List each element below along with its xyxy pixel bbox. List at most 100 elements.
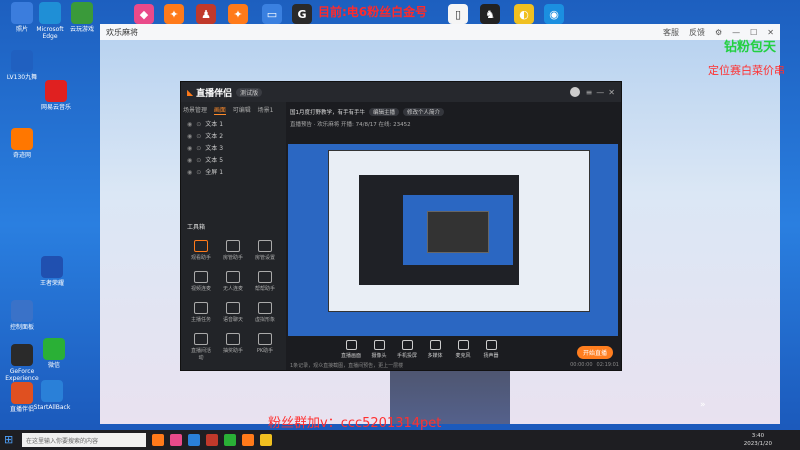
tool-icon: [194, 240, 208, 252]
stream-header: 国1月度打野教学，有手有手牛 编辑主播 修改个人简介: [286, 106, 621, 118]
windows-start-icon[interactable]: ⊞: [4, 434, 16, 446]
menu-icon[interactable]: ≡: [586, 88, 593, 97]
tool-icon: [258, 271, 272, 283]
tool-button[interactable]: 房管助手: [221, 240, 245, 261]
control-label: 摄像头: [371, 353, 387, 359]
control-icon: [345, 340, 357, 350]
lock-icon[interactable]: ⊙: [196, 133, 201, 140]
clock-time: 3:40: [751, 433, 765, 439]
desktop-icon-label: StartAllBack: [33, 404, 71, 411]
taskbar-app-icon[interactable]: [224, 434, 236, 446]
tool-button[interactable]: 主播任务: [189, 302, 213, 323]
tool-button[interactable]: 帮帮助手: [253, 271, 277, 292]
control-button[interactable]: 直播画面: [338, 338, 364, 359]
taskbar-app-icon[interactable]: [260, 434, 272, 446]
tool-button[interactable]: 视频连麦: [189, 271, 213, 292]
desktop-icon[interactable]: 控制面板: [2, 300, 42, 331]
desktop-icon[interactable]: StartAllBack: [32, 380, 72, 411]
tab-editable[interactable]: 可编辑: [233, 105, 251, 114]
taskbar-clock[interactable]: 3:40 2023/1/20: [744, 432, 772, 448]
control-button[interactable]: 手机投屏: [394, 338, 420, 359]
scene-item[interactable]: ◉ ⊙ 文本 2: [181, 131, 286, 143]
desktop-icon[interactable]: 微信: [34, 338, 74, 369]
start-live-button[interactable]: 开始直播: [576, 346, 613, 359]
taskbar-app-icon[interactable]: [242, 434, 254, 446]
tool-icon: [194, 271, 208, 283]
app-icon[interactable]: ✦: [228, 4, 248, 24]
control-button[interactable]: 扬声器: [478, 338, 504, 359]
settings-icon[interactable]: ⚙: [715, 28, 722, 37]
tool-button[interactable]: 观看助手: [189, 240, 213, 261]
tool-button[interactable]: PK助手: [253, 333, 277, 354]
lock-icon[interactable]: ⊙: [196, 169, 201, 176]
desktop-icon[interactable]: 奇迹网: [2, 128, 42, 159]
eye-icon[interactable]: ◉: [187, 145, 192, 152]
app-icon[interactable]: ✦: [164, 4, 184, 24]
desktop-app-icon: [41, 380, 63, 402]
next-arrow-icon[interactable]: »: [700, 400, 706, 410]
desktop-icon[interactable]: 网易云音乐: [36, 80, 76, 111]
feedback-button[interactable]: 反馈: [689, 27, 705, 38]
scene-item[interactable]: ◉ ⊙ 文本 1: [181, 119, 286, 131]
desktop-icon-label: 网易云音乐: [40, 104, 71, 111]
taskbar-app-icon[interactable]: [206, 434, 218, 446]
tab-scene1[interactable]: 场景1: [258, 105, 274, 114]
tool-button[interactable]: 直播间活动: [189, 333, 213, 361]
tool-label: 房管设置: [254, 255, 275, 261]
search-input[interactable]: 在这里输入你要搜索的内容: [22, 433, 146, 447]
eye-icon[interactable]: ◉: [187, 121, 192, 128]
app-name: 直播伴侣: [196, 88, 233, 99]
tool-button[interactable]: 无人连麦: [221, 271, 245, 292]
scene-item[interactable]: ◉ ⊙ 全屏 1: [181, 167, 286, 179]
app-icon[interactable]: G: [292, 4, 312, 24]
eye-icon[interactable]: ◉: [187, 169, 192, 176]
scene-label: 全屏 1: [205, 169, 224, 176]
desktop-icon-label: 控制面板: [9, 324, 34, 331]
control-icon: [401, 340, 413, 350]
close-icon[interactable]: ✕: [608, 88, 615, 97]
tool-button[interactable]: 语音聊天: [221, 302, 245, 323]
desktop-icon[interactable]: 王者荣耀: [32, 256, 72, 287]
tab-scene-manage[interactable]: 场景管理: [183, 105, 207, 114]
lock-icon[interactable]: ⊙: [196, 121, 201, 128]
taskbar-app-icon[interactable]: [170, 434, 182, 446]
lock-icon[interactable]: ⊙: [196, 145, 201, 152]
document-icon[interactable]: ▯: [448, 4, 468, 24]
desktop-icon-label: 云玩游戏: [69, 26, 94, 33]
control-button[interactable]: 多媒体: [422, 338, 448, 359]
tool-icon: [226, 302, 240, 314]
eye-icon[interactable]: ◉: [187, 157, 192, 164]
qq-icon[interactable]: ◉: [544, 4, 564, 24]
app-icon[interactable]: ◆: [134, 4, 154, 24]
tab-picture[interactable]: 画面: [213, 105, 226, 115]
edit-host-button[interactable]: 编辑主播: [369, 108, 400, 116]
control-button[interactable]: 摄像头: [366, 338, 392, 359]
taskbar-app-icon[interactable]: [188, 434, 200, 446]
scene-item[interactable]: ◉ ⊙ 文本 5: [181, 155, 286, 167]
app-icon[interactable]: ♟: [196, 4, 216, 24]
minimize-icon[interactable]: —: [596, 88, 604, 97]
tool-label: 房管助手: [222, 255, 243, 261]
taskbar-app-icon[interactable]: [152, 434, 164, 446]
app-icon[interactable]: ♞: [480, 4, 500, 24]
eye-icon[interactable]: ◉: [187, 133, 192, 140]
lock-icon[interactable]: ⊙: [196, 157, 201, 164]
app-icon[interactable]: ▭: [262, 4, 282, 24]
tool-button[interactable]: 房管设置: [253, 240, 277, 261]
control-label: 扬声器: [483, 353, 499, 359]
desktop-icon[interactable]: 云玩游戏: [62, 2, 102, 33]
tool-button[interactable]: 抽奖助手: [221, 333, 245, 354]
avatar[interactable]: [569, 87, 580, 97]
scene-item[interactable]: ◉ ⊙ 文本 3: [181, 143, 286, 155]
control-button[interactable]: 麦克风: [450, 338, 476, 359]
top-banner: 目前:电6粉丝白金号: [318, 5, 428, 19]
overlay-bottom-text: 粉丝群加v：ccc5201314pet: [268, 416, 442, 431]
control-icon: [373, 340, 385, 350]
tool-label: 主播任务: [190, 317, 211, 323]
edit-intro-button[interactable]: 修改个人简介: [403, 108, 445, 116]
app-icon[interactable]: ◐: [514, 4, 534, 24]
customer-service-button[interactable]: 客服: [663, 27, 679, 38]
desktop-app-icon: [41, 256, 63, 278]
desktop-icon[interactable]: LV130九舞: [2, 50, 42, 81]
tool-button[interactable]: 虚拟形象: [253, 302, 277, 323]
